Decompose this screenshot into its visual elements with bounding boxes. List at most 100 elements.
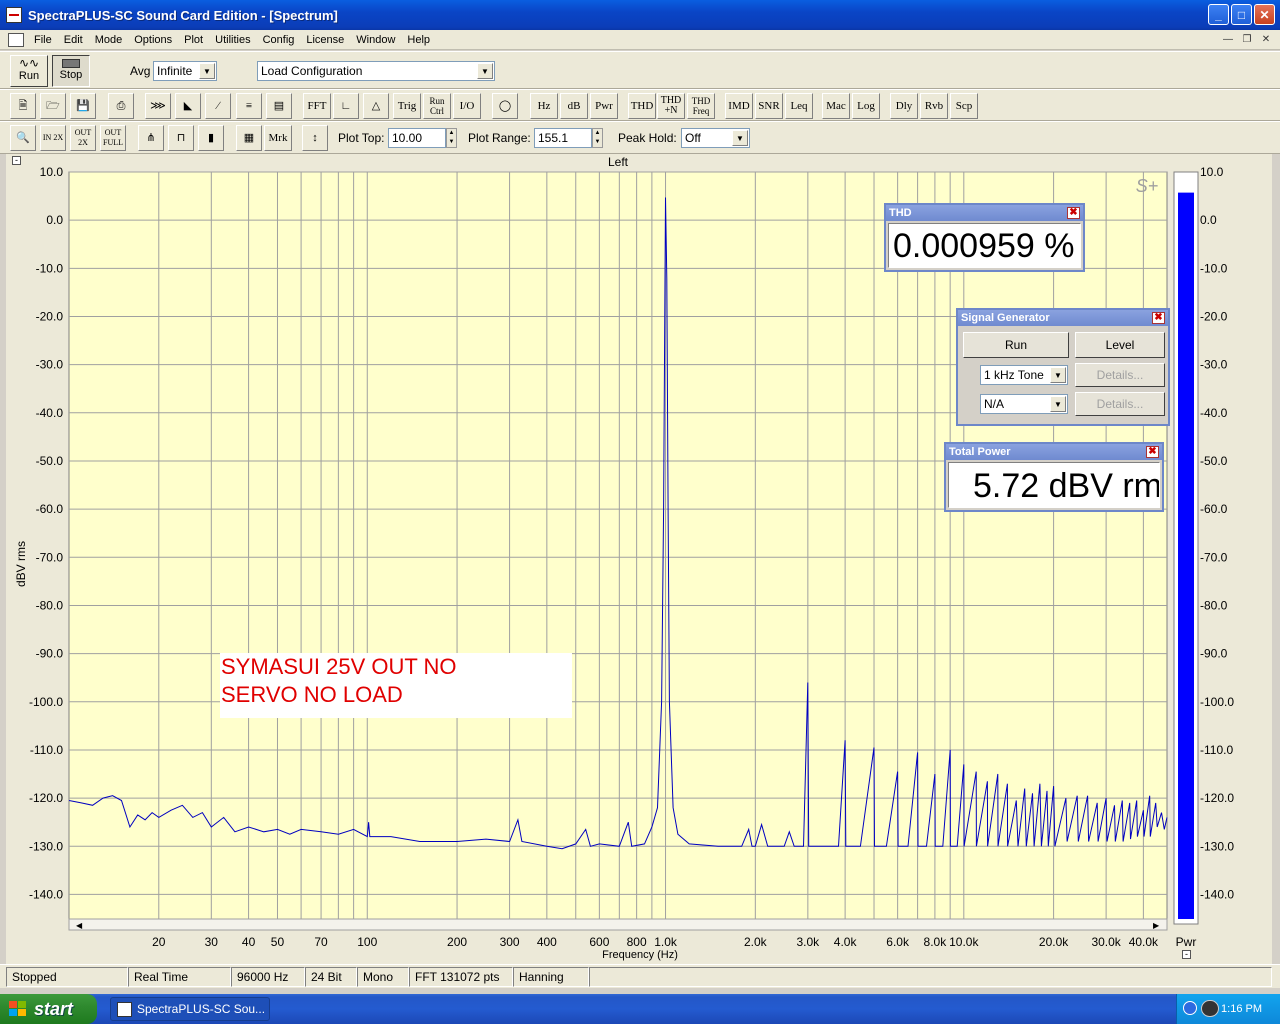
chevron-down-icon[interactable]: ▼ [199, 63, 215, 79]
spectrogram-icon[interactable]: ▤ [266, 93, 292, 119]
avg-select[interactable]: Infinite ▼ [153, 61, 217, 81]
spectrum-chart[interactable]: Left 10.00.0-10.0-20.0-30.0-40.0-50.0-60… [6, 154, 1272, 964]
axis-icon[interactable]: ∟ [333, 93, 359, 119]
log-button[interactable]: Log [852, 93, 880, 119]
scp-button[interactable]: Scp [950, 93, 978, 119]
second-details-button[interactable]: Details... [1075, 392, 1165, 416]
stop-button[interactable]: Stop [52, 55, 90, 87]
average-mode-icon[interactable]: ⋙ [145, 93, 171, 119]
close-icon[interactable]: ✖ [1152, 312, 1165, 324]
open-folder-icon[interactable]: 🗁 [40, 93, 66, 119]
zoom-out-2x-icon[interactable]: OUT 2X [70, 125, 96, 151]
chevron-down-icon[interactable]: ▼ [732, 130, 748, 146]
menu-config[interactable]: Config [257, 34, 301, 46]
taskbar-item-spectraplus[interactable]: SpectraPLUS-SC Sou... [110, 997, 270, 1021]
scope-probe-icon[interactable]: △ [363, 93, 389, 119]
mdi-minimize-icon[interactable]: — [1220, 32, 1236, 47]
chevron-down-icon[interactable]: ▼ [477, 63, 493, 79]
bar-plot-icon[interactable]: ▮ [198, 125, 224, 151]
plot-annotation[interactable]: SYMASUI 25V OUT NO SERVO NO LOAD [220, 653, 572, 718]
peak-hold-select[interactable]: Off ▼ [681, 128, 750, 148]
menu-help[interactable]: Help [401, 34, 436, 46]
plot-top-input[interactable]: 10.00 ▲ ▼ [388, 128, 457, 148]
save-disk-icon[interactable]: 💾 [70, 93, 96, 119]
minimize-button[interactable]: _ [1208, 4, 1229, 25]
second-generator-select[interactable]: N/A ▼ [980, 394, 1068, 414]
meter-tick-label: -90.0 [1200, 647, 1228, 661]
step-plot-icon[interactable]: ⊓ [168, 125, 194, 151]
run-button[interactable]: ∿∿ Run [10, 55, 48, 87]
trig-button[interactable]: Trig [393, 93, 421, 119]
table-icon[interactable]: ▦ [236, 125, 262, 151]
close-button[interactable]: ✕ [1254, 4, 1275, 25]
waterfall-icon[interactable]: ≡ [236, 93, 262, 119]
collapse-icon[interactable]: - [1182, 950, 1191, 959]
spinner-icon[interactable]: ▲ ▼ [446, 128, 457, 148]
thd-n-button[interactable]: THD +N [657, 93, 685, 119]
print-icon[interactable]: ⎙ [108, 93, 134, 119]
maximize-button[interactable]: □ [1231, 4, 1252, 25]
y-tick-label: 10.0 [40, 165, 64, 179]
menu-window[interactable]: Window [350, 34, 401, 46]
plot-range-input[interactable]: 155.1 ▲ ▼ [534, 128, 603, 148]
tray-arrow-icon[interactable] [1183, 1001, 1197, 1015]
tray-app-icon[interactable] [1201, 1000, 1219, 1017]
zoom-out-full-icon[interactable]: OUT FULL [100, 125, 126, 151]
horizontal-scrollbar[interactable] [68, 918, 1168, 931]
new-file-icon[interactable]: 🗎 [10, 93, 36, 119]
ramp-icon[interactable]: ∕ [205, 93, 231, 119]
menu-edit[interactable]: Edit [58, 34, 89, 46]
mdi-restore-icon[interactable]: ❐ [1239, 32, 1255, 47]
menu-utilities[interactable]: Utilities [209, 34, 256, 46]
meter-tick-label: -60.0 [1200, 502, 1228, 516]
menu-license[interactable]: License [300, 34, 350, 46]
menu-options[interactable]: Options [128, 34, 178, 46]
spinner-icon[interactable]: ▲ ▼ [592, 128, 603, 148]
hz-button[interactable]: Hz [530, 93, 558, 119]
app-icon [117, 1002, 132, 1017]
rvb-button[interactable]: Rvb [920, 93, 948, 119]
db-button[interactable]: dB [560, 93, 588, 119]
thd-freq-button[interactable]: THD Freq [687, 93, 715, 119]
io-button[interactable]: I/O [453, 93, 481, 119]
configuration-select[interactable]: Load Configuration ▼ [257, 61, 495, 81]
close-icon[interactable]: ✖ [1146, 446, 1159, 458]
status-empty [589, 967, 1272, 987]
snr-button[interactable]: SNR [755, 93, 783, 119]
mdi-close-icon[interactable]: ✕ [1258, 32, 1274, 47]
zoom-icon[interactable]: 🔍 [10, 125, 36, 151]
leq-button[interactable]: Leq [785, 93, 813, 119]
app-icon[interactable] [6, 7, 22, 23]
siggen-level-button[interactable]: Level [1075, 332, 1165, 358]
menu-plot[interactable]: Plot [178, 34, 209, 46]
tone-details-button[interactable]: Details... [1075, 363, 1165, 387]
zoom-in-2x-icon[interactable]: IN 2X [40, 125, 66, 151]
marker-button[interactable]: Mrk [264, 125, 292, 151]
signal-generator-icon[interactable]: ◯ [492, 93, 518, 119]
chevron-down-icon[interactable]: ▼ [1050, 396, 1066, 412]
total-power-title[interactable]: Total Power ✖ [946, 444, 1162, 460]
menu-mode[interactable]: Mode [89, 34, 129, 46]
siggen-run-button[interactable]: Run [963, 332, 1069, 358]
scroll-right-icon[interactable]: ▶ [1153, 921, 1160, 930]
document-icon[interactable] [8, 32, 24, 47]
tone-select[interactable]: 1 kHz Tone ▼ [980, 365, 1068, 385]
start-button[interactable]: start [0, 994, 97, 1024]
line-plot-icon[interactable]: ⋔ [138, 125, 164, 151]
scroll-left-icon[interactable]: ◀ [76, 921, 83, 930]
x-tick-label: 30.0k [1091, 935, 1121, 949]
chevron-down-icon[interactable]: ▼ [1050, 367, 1066, 383]
signal-generator-title[interactable]: Signal Generator ✖ [958, 310, 1168, 326]
thd-button[interactable]: THD [628, 93, 656, 119]
cursor-icon[interactable]: ↕ [302, 125, 328, 151]
menu-file[interactable]: File [28, 34, 58, 46]
dly-button[interactable]: Dly [890, 93, 918, 119]
imd-button[interactable]: IMD [725, 93, 753, 119]
peak-mode-icon[interactable]: ◣ [175, 93, 201, 119]
pwr-button[interactable]: Pwr [590, 93, 618, 119]
thd-panel-title[interactable]: THD ✖ [886, 205, 1083, 221]
close-icon[interactable]: ✖ [1067, 207, 1080, 219]
mac-button[interactable]: Mac [822, 93, 850, 119]
fft-button[interactable]: FFT [303, 93, 331, 119]
run-ctrl-button[interactable]: Run Ctrl [423, 93, 451, 119]
